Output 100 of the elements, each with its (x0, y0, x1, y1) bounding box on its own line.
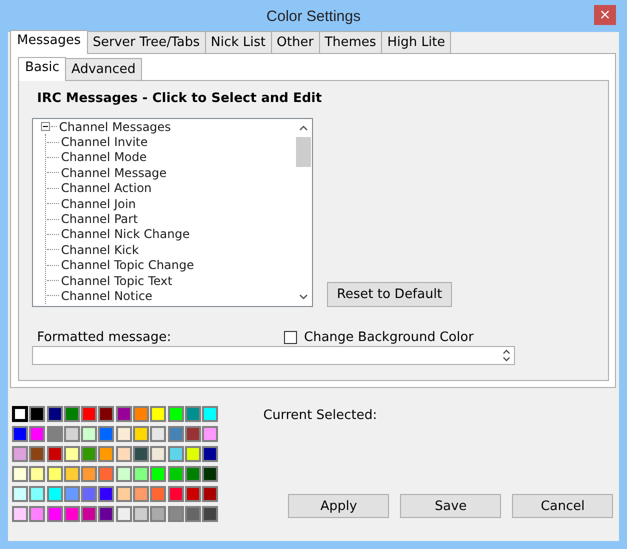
color-swatch[interactable] (202, 426, 218, 442)
message-field[interactable] (32, 346, 515, 365)
tree-item[interactable]: Channel Topic Change (61, 258, 194, 272)
color-swatch[interactable] (184, 506, 201, 522)
color-swatch[interactable] (12, 506, 28, 522)
color-swatch[interactable] (81, 446, 98, 462)
tree-item[interactable]: Channel Message (61, 166, 167, 180)
checkbox[interactable] (284, 330, 297, 344)
tab[interactable]: Themes (318, 31, 382, 53)
color-swatch[interactable] (133, 506, 150, 522)
dialog-button[interactable]: Apply (288, 494, 390, 518)
tree-item[interactable]: Channel Topic Text (61, 274, 172, 288)
tab[interactable]: High Lite (381, 31, 452, 53)
tree-item[interactable]: Channel Mode (61, 150, 147, 164)
color-swatch[interactable] (168, 466, 184, 482)
color-swatch[interactable] (12, 486, 28, 502)
color-swatch[interactable] (116, 446, 132, 462)
color-swatch[interactable] (202, 486, 218, 502)
color-swatch[interactable] (116, 406, 132, 422)
color-swatch[interactable] (133, 406, 150, 422)
color-swatch[interactable] (81, 506, 98, 522)
color-swatch[interactable] (202, 446, 218, 462)
tree-list[interactable]: Channel Messages Channel Invite Channel Mode Channel Message Channel Action Channel Join Channel Part Channel Nick Change Channel Kick Channel Topic Change Channel Topic Text Channel Notice (32, 118, 313, 307)
color-swatch[interactable] (64, 426, 80, 442)
color-swatch[interactable] (29, 426, 46, 442)
reset-button[interactable]: Reset to Default (327, 282, 452, 307)
tab[interactable]: Server Tree/Tabs (86, 31, 206, 53)
color-swatch[interactable] (46, 446, 63, 462)
color-swatch[interactable] (116, 466, 132, 482)
color-swatch[interactable] (29, 506, 46, 522)
color-swatch[interactable] (133, 486, 150, 502)
color-swatch[interactable] (168, 506, 184, 522)
color-swatch[interactable] (168, 406, 184, 422)
color-swatch[interactable] (12, 406, 28, 422)
color-swatch[interactable] (202, 506, 218, 522)
color-swatch[interactable] (202, 406, 218, 422)
color-swatch[interactable] (46, 426, 63, 442)
tab[interactable]: Basic (18, 57, 66, 81)
color-swatch[interactable] (64, 466, 80, 482)
collapse-icon[interactable] (41, 122, 50, 132)
color-swatch[interactable] (150, 506, 166, 522)
color-swatch[interactable] (150, 466, 166, 482)
color-swatch[interactable] (29, 406, 46, 422)
color-swatch[interactable] (29, 446, 46, 462)
dialog-button[interactable]: Save (400, 494, 502, 518)
color-swatch[interactable] (81, 486, 98, 502)
color-swatch[interactable] (116, 506, 132, 522)
color-swatch[interactable] (98, 446, 114, 462)
color-swatch[interactable] (133, 466, 150, 482)
tab[interactable]: Nick List (204, 31, 272, 53)
tree-item[interactable]: Channel Invite (61, 135, 148, 150)
color-swatch[interactable] (81, 466, 98, 482)
color-swatch[interactable] (133, 446, 150, 462)
tree-item[interactable]: Channel Messages (59, 120, 171, 134)
color-swatch[interactable] (168, 426, 184, 442)
color-swatch[interactable] (12, 426, 28, 442)
color-swatch[interactable] (150, 486, 166, 502)
color-swatch[interactable] (64, 486, 80, 502)
color-swatch[interactable] (46, 506, 63, 522)
color-swatch[interactable] (202, 466, 218, 482)
color-swatch[interactable] (184, 406, 201, 422)
tab[interactable]: Advanced (65, 58, 142, 80)
color-swatch[interactable] (46, 486, 63, 502)
color-swatch[interactable] (29, 486, 46, 502)
color-swatch[interactable] (81, 426, 98, 442)
color-swatch[interactable] (29, 466, 46, 482)
dialog-button[interactable]: Cancel (512, 494, 614, 518)
tree-item[interactable]: Channel Notice (61, 288, 152, 303)
color-swatch[interactable] (184, 466, 201, 482)
tab[interactable]: Other (270, 31, 320, 53)
tree-item[interactable]: Channel Kick (61, 242, 139, 257)
tree-item[interactable]: Channel Join (61, 196, 136, 211)
color-swatch[interactable] (184, 446, 201, 462)
color-swatch[interactable] (150, 406, 166, 422)
color-swatch[interactable] (116, 486, 132, 502)
color-swatch[interactable] (184, 426, 201, 442)
color-swatch[interactable] (46, 466, 63, 482)
color-swatch[interactable] (64, 406, 80, 422)
spinner-icon[interactable] (502, 348, 511, 363)
color-swatch[interactable] (184, 486, 201, 502)
color-swatch[interactable] (12, 446, 28, 462)
color-swatch[interactable] (150, 426, 166, 442)
tree-item[interactable]: Channel Part (61, 212, 138, 226)
color-swatch[interactable] (98, 506, 114, 522)
color-swatch[interactable] (98, 466, 114, 482)
color-swatch[interactable] (168, 486, 184, 502)
color-swatch[interactable] (64, 506, 80, 522)
color-swatch[interactable] (168, 446, 184, 462)
color-swatch[interactable] (98, 406, 114, 422)
tree-item[interactable]: Channel Action (61, 181, 152, 196)
color-swatch[interactable] (150, 446, 166, 462)
color-swatch[interactable] (133, 426, 150, 442)
color-swatch[interactable] (64, 446, 80, 462)
color-swatch[interactable] (12, 466, 28, 482)
color-swatch[interactable] (116, 426, 132, 442)
color-swatch[interactable] (98, 486, 114, 502)
tab[interactable]: Messages (10, 30, 88, 54)
color-swatch[interactable] (98, 426, 114, 442)
tree-item[interactable]: Channel Nick Change (61, 227, 190, 242)
color-swatch[interactable] (81, 406, 98, 422)
